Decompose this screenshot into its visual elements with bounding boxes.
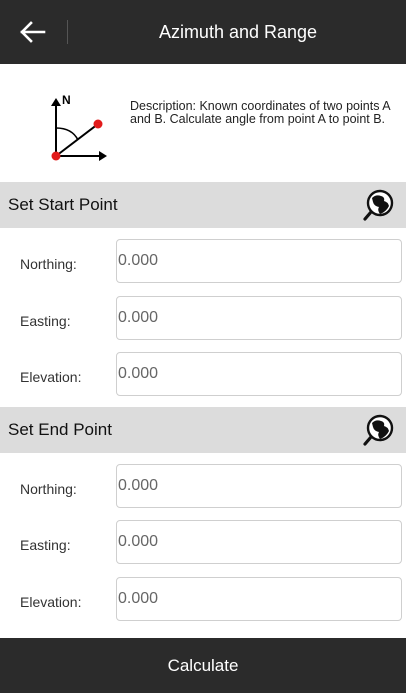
top-app-bar: Azimuth and Range	[0, 0, 406, 64]
end-point-picker-button[interactable]	[362, 413, 396, 447]
end-elevation-label: Elevation:	[20, 594, 82, 610]
azimuth-diagram-icon: N	[48, 90, 110, 167]
start-northing-field[interactable]	[116, 239, 402, 283]
start-elevation-field[interactable]	[116, 352, 402, 396]
start-easting-field[interactable]	[116, 296, 402, 340]
description-text: Description: Known coordinates of two po…	[130, 99, 390, 126]
back-button[interactable]	[12, 14, 52, 50]
start-point-title: Set Start Point	[8, 195, 118, 214]
globe-search-icon	[363, 414, 394, 446]
end-northing-label: Northing:	[20, 481, 77, 497]
start-point-header: Set Start Point	[0, 182, 406, 228]
end-point-title: Set End Point	[8, 420, 112, 439]
description-panel: N Description: Known coordinates of two …	[0, 84, 406, 164]
page-title: Azimuth and Range	[158, 22, 318, 42]
arrow-left-icon	[20, 21, 46, 43]
calculate-button[interactable]: Calculate	[0, 638, 406, 693]
start-easting-label: Easting:	[20, 313, 71, 329]
north-label: N	[62, 93, 71, 107]
end-easting-field[interactable]	[116, 520, 402, 564]
start-point-picker-button[interactable]	[362, 188, 396, 222]
end-northing-field[interactable]	[116, 464, 402, 508]
end-point-header: Set End Point	[0, 407, 406, 453]
end-elevation-field[interactable]	[116, 577, 402, 621]
end-easting-label: Easting:	[20, 537, 71, 553]
start-elevation-label: Elevation:	[20, 369, 82, 385]
start-northing-label: Northing:	[20, 256, 77, 272]
globe-search-icon	[363, 189, 394, 221]
header-divider	[67, 20, 68, 44]
